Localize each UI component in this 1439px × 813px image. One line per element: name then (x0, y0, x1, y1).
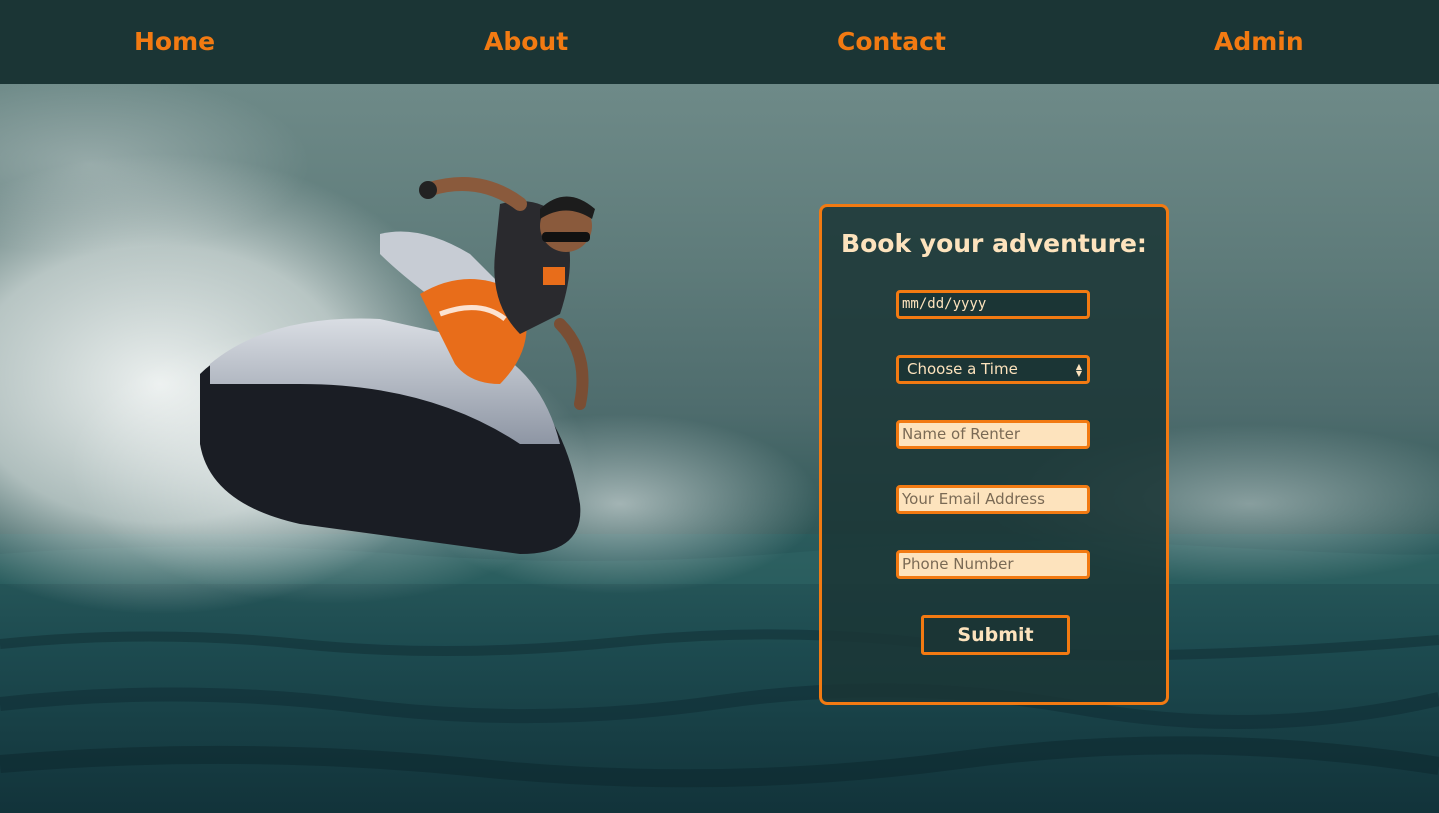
nav-admin-link[interactable]: Admin (1214, 26, 1304, 58)
time-select-value: Choose a Time (907, 360, 1018, 378)
booking-title: Book your adventure: (841, 229, 1147, 258)
submit-button[interactable]: Submit (921, 615, 1070, 655)
renter-name-input[interactable]: Name of Renter (896, 420, 1090, 449)
nav-home-link[interactable]: Home (134, 26, 215, 58)
phone-input[interactable]: Phone Number (896, 550, 1090, 579)
hero-background (0, 84, 1439, 813)
time-select[interactable]: Choose a Time ▲ ▼ (896, 355, 1090, 384)
jet-ski-photo (0, 84, 1439, 813)
booking-form-card: Book your adventure: mm/dd/yyyy Choose a… (819, 204, 1169, 705)
top-navbar: Home About Contact Admin (0, 0, 1439, 84)
nav-contact-link[interactable]: Contact (837, 26, 946, 58)
date-input[interactable]: mm/dd/yyyy (896, 290, 1090, 319)
select-arrows-icon: ▲ ▼ (1075, 362, 1082, 378)
email-input[interactable]: Your Email Address (896, 485, 1090, 514)
nav-about-link[interactable]: About (484, 26, 568, 58)
